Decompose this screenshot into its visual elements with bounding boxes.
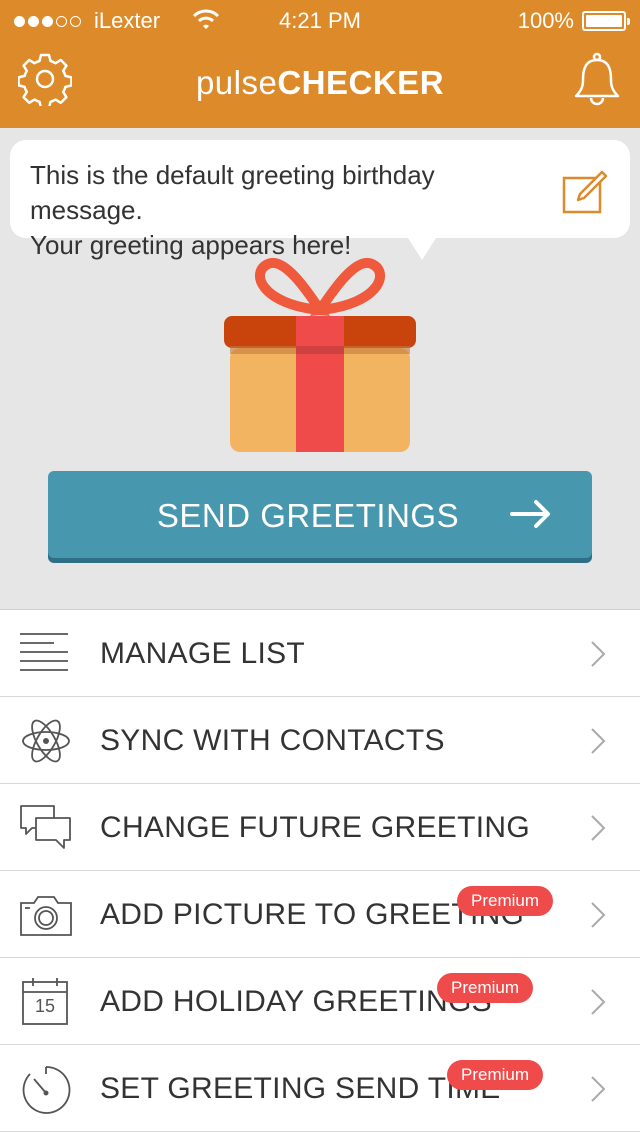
menu-label: SYNC WITH CONTACTS — [100, 724, 445, 757]
menu-label: CHANGE FUTURE GREETING — [100, 811, 530, 844]
edit-greeting-icon[interactable] — [562, 170, 608, 214]
menu-label: MANAGE LIST — [100, 637, 306, 670]
gift-box-icon — [224, 257, 416, 452]
chevron-right-icon — [591, 641, 606, 667]
chevron-right-icon — [591, 1076, 606, 1102]
camera-icon — [20, 896, 72, 936]
calendar-day: 15 — [34, 996, 56, 1016]
title-light: pulse — [195, 64, 278, 101]
menu-item-sync-contacts[interactable]: SYNC WITH CONTACTS — [0, 697, 640, 784]
menu-item-holiday-greetings[interactable]: 15 ADD HOLIDAY GREETINGS Premium — [0, 958, 640, 1045]
list-icon — [20, 633, 68, 671]
menu-label: ADD HOLIDAY GREETINGS — [100, 985, 492, 1018]
send-greetings-label: SEND GREETINGS — [156, 497, 460, 534]
status-right: 100% — [517, 8, 630, 34]
premium-badge: Premium — [457, 886, 554, 916]
battery-icon — [582, 11, 630, 31]
menu-item-manage-list[interactable]: MANAGE LIST — [0, 610, 640, 697]
notifications-bell-icon[interactable] — [572, 52, 622, 106]
greeting-line-1: This is the default greeting birthday me… — [30, 160, 435, 225]
battery-percent: 100% — [517, 8, 574, 33]
menu-item-change-future-greeting[interactable]: CHANGE FUTURE GREETING — [0, 784, 640, 871]
menu-item-send-time[interactable]: SET GREETING SEND TIME Premium — [0, 1045, 640, 1132]
atom-icon — [22, 719, 70, 763]
title-bold: CHECKER — [277, 64, 445, 101]
greeting-message: This is the default greeting birthday me… — [30, 158, 550, 263]
menu-label: SET GREETING SEND TIME — [100, 1072, 501, 1105]
chevron-right-icon — [591, 902, 606, 928]
greeting-bubble: This is the default greeting birthday me… — [10, 140, 630, 260]
calendar-icon: 15 — [20, 976, 72, 1028]
chevron-right-icon — [591, 728, 606, 754]
timer-icon — [22, 1066, 71, 1114]
menu-list: MANAGE LIST SYNC WITH CONTACTS CHANGE FU… — [0, 609, 640, 1136]
chevron-right-icon — [591, 815, 606, 841]
app-title: pulseCHECKER — [0, 64, 640, 102]
app-header: iLexter 4:21 PM 100% pulseCHECKER — [0, 0, 640, 128]
premium-badge: Premium — [437, 973, 534, 1003]
chevron-right-icon — [591, 989, 606, 1015]
status-bar: iLexter 4:21 PM 100% — [0, 0, 640, 40]
send-greetings-button[interactable]: SEND GREETINGS — [48, 471, 592, 558]
premium-badge: Premium — [447, 1060, 544, 1090]
menu-item-add-picture[interactable]: ADD PICTURE TO GREETING Premium — [0, 871, 640, 958]
chat-bubbles-icon — [20, 805, 71, 849]
arrow-right-icon — [510, 500, 550, 528]
